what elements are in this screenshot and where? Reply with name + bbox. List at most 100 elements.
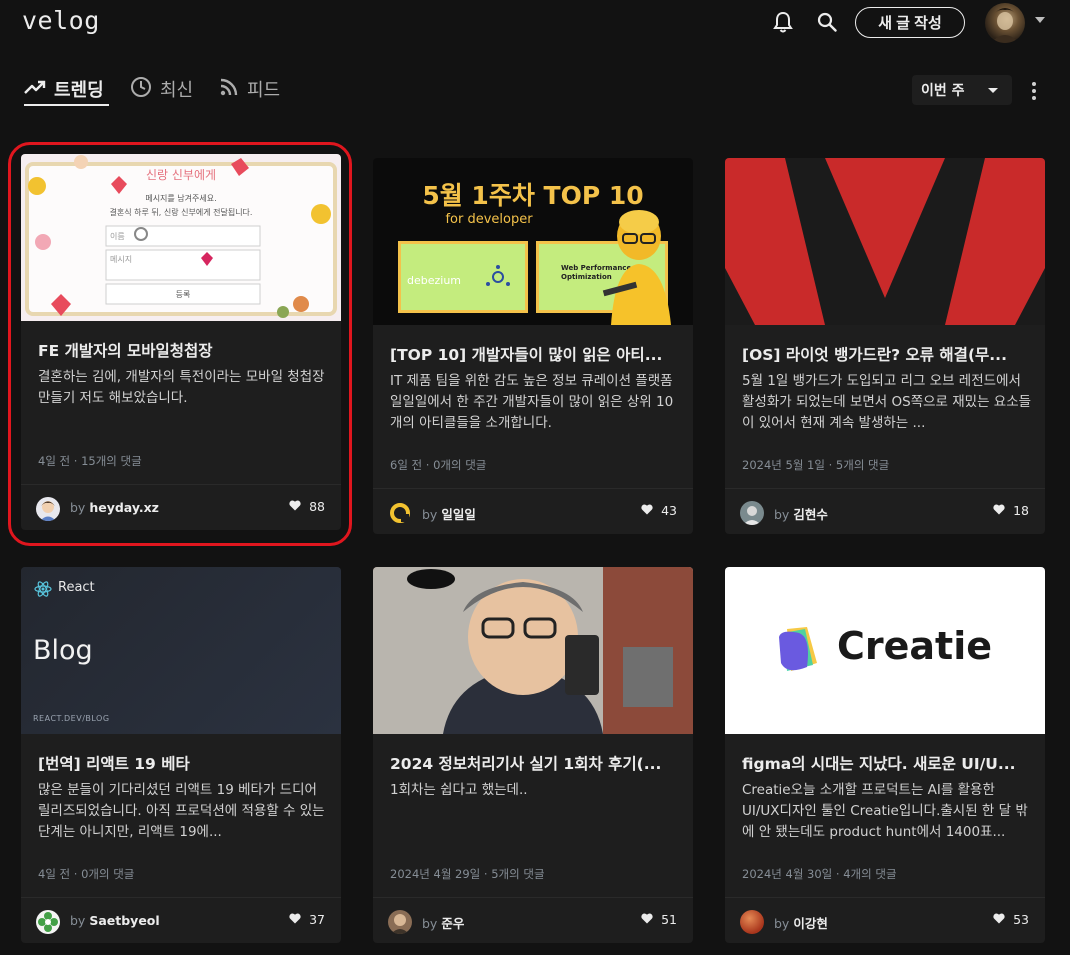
clock-icon [130, 76, 152, 103]
more-options-icon[interactable] [1024, 80, 1044, 102]
post-title[interactable]: [TOP 10] 개발자들이 많이 읽은 아티... [390, 343, 680, 365]
post-author[interactable]: by heyday.xz [70, 500, 159, 515]
post-footer: by 일일일 43 [373, 488, 693, 534]
creatie-logo-icon [777, 623, 823, 679]
post-card[interactable]: 5월 1주차 TOP 10 for developer debezium Web… [373, 158, 693, 534]
post-footer: by 준우 51 [373, 897, 693, 943]
post-card[interactable]: React Blog REACT.DEV/BLOG [번역] 리액트 19 베타… [21, 567, 341, 943]
by-label: by [774, 507, 790, 522]
post-thumbnail[interactable]: Creatie [725, 567, 1045, 734]
thumbnail-heading: Blog [33, 635, 93, 666]
thumbnail-tag: React [58, 580, 95, 595]
new-post-button[interactable]: 새 글 작성 [855, 7, 965, 38]
person-photo-icon [373, 567, 693, 734]
post-card[interactable]: 2024 정보처리기사 실기 1회차 후기(... 1회차는 쉽다고 했는데..… [373, 567, 693, 943]
thumbnail-subheading: for developer [445, 212, 533, 227]
author-avatar[interactable] [36, 910, 60, 934]
feed-tabs: 트렌딩 최신 피드 [0, 68, 1070, 113]
post-thumbnail[interactable]: 5월 1주차 TOP 10 for developer debezium Web… [373, 158, 693, 325]
author-name: 이강현 [793, 916, 828, 931]
thumbnail-field-label: 이름 [110, 232, 125, 241]
post-description: 5월 1일 뱅가드가 도입되고 리그 오브 레전드에서 활성화가 되었는데 보면… [742, 373, 1032, 431]
post-thumbnail[interactable] [725, 158, 1045, 325]
like-number: 18 [1013, 503, 1029, 518]
thumbnail-line: 결혼식 하루 뒤, 신랑 신부에게 전달됩니다. [109, 208, 253, 217]
post-author[interactable]: by Saetbyeol [70, 913, 160, 928]
post-thumbnail[interactable]: React Blog REACT.DEV/BLOG [21, 567, 341, 734]
post-meta: 2024년 4월 29일 · 5개의 댓글 [390, 867, 545, 881]
post-title[interactable]: [OS] 라이엇 뱅가드란? 오류 해결(무... [742, 343, 1032, 365]
tab-feed[interactable]: 피드 [219, 76, 280, 102]
post-author[interactable]: by 일일일 [422, 504, 476, 523]
by-label: by [774, 916, 790, 931]
like-number: 37 [309, 912, 325, 927]
author-avatar[interactable] [388, 501, 412, 525]
post-description: Creatie오늘 소개할 프로덕트는 AI를 활용한 UI/UX디자인 툴인 … [742, 782, 1028, 840]
tab-recent[interactable]: 최신 [130, 76, 193, 102]
bell-icon[interactable] [771, 10, 795, 34]
post-title[interactable]: figma의 시대는 지났다. 새로운 UI/U... [742, 752, 1032, 774]
search-icon[interactable] [815, 10, 839, 34]
thumbnail-footer: REACT.DEV/BLOG [33, 714, 110, 723]
active-tab-indicator [24, 104, 109, 106]
author-name: 김현수 [793, 507, 828, 522]
tab-trending[interactable]: 트렌딩 [24, 76, 104, 102]
thumbnail-submit: 등록 [175, 290, 191, 299]
post-footer: by heyday.xz 88 [21, 484, 341, 530]
post-title[interactable]: [번역] 리액트 19 베타 [38, 752, 328, 774]
by-label: by [70, 913, 86, 928]
like-count: 37 [289, 912, 325, 927]
by-label: by [422, 916, 438, 931]
post-author[interactable]: by 김현수 [774, 504, 828, 523]
thumbnail-box: debezium [398, 241, 528, 313]
like-count: 51 [641, 912, 677, 927]
by-label: by [422, 507, 438, 522]
user-avatar[interactable] [985, 3, 1025, 43]
heart-icon [993, 503, 1005, 518]
user-menu-caret-icon[interactable] [1035, 17, 1045, 23]
post-meta: 2024년 4월 30일 · 4개의 댓글 [742, 867, 897, 881]
post-title[interactable]: FE 개발자의 모바일청첩장 [38, 339, 328, 361]
thumbnail-box-label: debezium [407, 274, 462, 287]
like-count: 43 [641, 503, 677, 518]
post-description: 1회차는 쉽다고 했는데.. [390, 782, 528, 798]
post-author[interactable]: by 이강현 [774, 913, 828, 932]
author-name: Saetbyeol [89, 913, 160, 928]
author-name: 일일일 [441, 507, 476, 522]
author-name: 준우 [441, 916, 465, 931]
vanguard-logo-icon [725, 158, 1045, 325]
react-icon [34, 580, 52, 602]
thumbnail-heading: 신랑 신부에게 [145, 168, 217, 182]
thumbnail-line: 메시지를 남겨주세요. [145, 194, 217, 203]
author-avatar[interactable] [388, 910, 412, 934]
period-select[interactable]: 이번 주 [912, 75, 1012, 105]
post-thumbnail[interactable] [373, 567, 693, 734]
post-footer: by Saetbyeol 37 [21, 897, 341, 943]
post-footer: by 이강현 53 [725, 897, 1045, 943]
post-title[interactable]: 2024 정보처리기사 실기 1회차 후기(... [390, 752, 680, 774]
post-meta: 4일 전 · 15개의 댓글 [38, 454, 142, 468]
post-card[interactable]: Creatie figma의 시대는 지났다. 새로운 UI/U... Crea… [725, 567, 1045, 943]
thumbnail-field-label: 메시지 [110, 255, 133, 264]
like-number: 43 [661, 503, 677, 518]
tab-label: 피드 [247, 80, 281, 101]
post-thumbnail[interactable]: 신랑 신부에게 메시지를 남겨주세요. 결혼식 하루 뒤, 신랑 신부에게 전달… [21, 154, 341, 321]
post-description: 결혼하는 김에, 개발자의 특전이라는 모바일 청첩장 만들기 저도 해보았습니… [38, 369, 325, 406]
author-avatar[interactable] [740, 501, 764, 525]
post-footer: by 김현수 18 [725, 488, 1045, 534]
author-avatar[interactable] [36, 497, 60, 521]
post-card[interactable]: [OS] 라이엇 뱅가드란? 오류 해결(무... 5월 1일 뱅가드가 도입되… [725, 158, 1045, 534]
like-count: 18 [993, 503, 1029, 518]
post-meta: 6일 전 · 0개의 댓글 [390, 458, 487, 472]
post-author[interactable]: by 준우 [422, 913, 464, 932]
post-description: 많은 분들이 기다리셨던 리액트 19 베타가 드디어 릴리즈되었습니다. 아직… [38, 782, 325, 840]
tab-label: 최신 [160, 80, 194, 101]
velog-logo[interactable]: velog [22, 6, 100, 35]
post-meta: 4일 전 · 0개의 댓글 [38, 867, 135, 881]
period-select-value: 이번 주 [921, 83, 965, 99]
author-avatar[interactable] [740, 910, 764, 934]
post-card[interactable]: 신랑 신부에게 메시지를 남겨주세요. 결혼식 하루 뒤, 신랑 신부에게 전달… [21, 154, 341, 530]
like-number: 51 [661, 912, 677, 927]
heart-icon [289, 499, 301, 514]
heart-icon [289, 912, 301, 927]
